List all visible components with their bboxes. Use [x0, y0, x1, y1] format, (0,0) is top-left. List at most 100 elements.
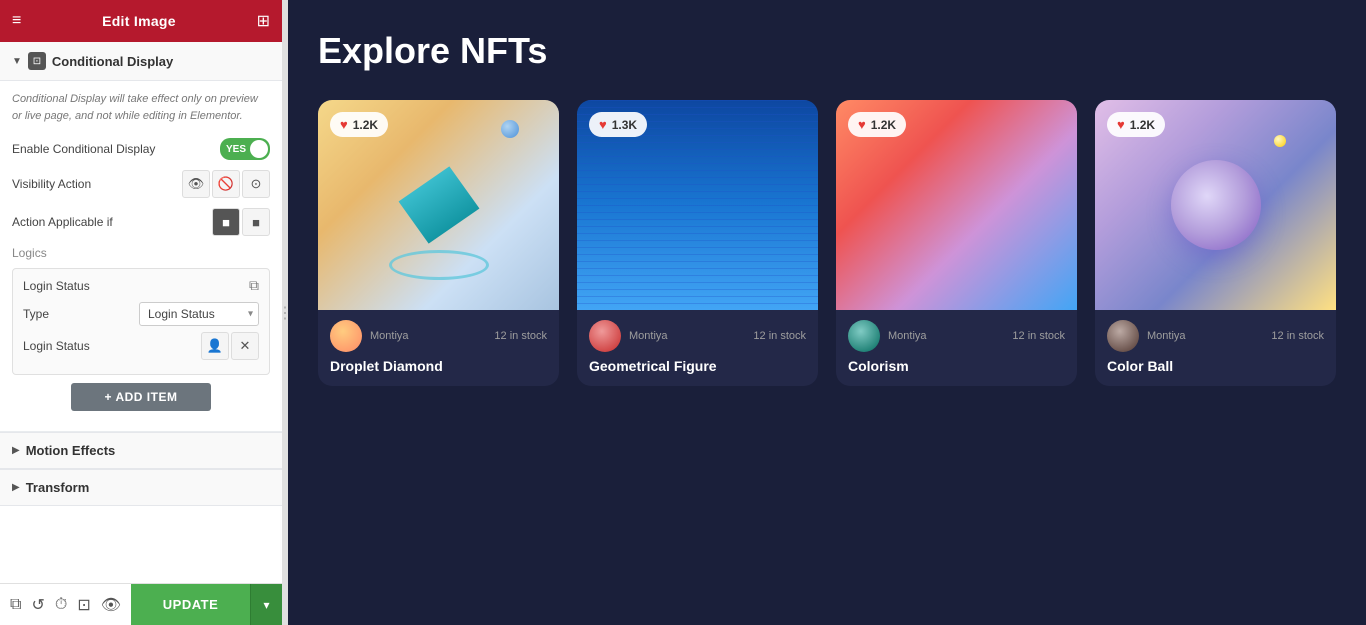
info-text: Conditional Display will take effect onl… — [12, 91, 270, 124]
card-meta-3: Montiya 12 in stock — [848, 320, 1065, 352]
login-status-field-row: Login Status 👤 ✕ — [23, 332, 259, 360]
main-title: Explore NFTs — [318, 30, 1336, 72]
login-status-anon-btn[interactable]: ✕ — [231, 332, 259, 360]
type-select-wrapper: Login Status — [139, 302, 259, 326]
top-bar: ≡ Edit Image ⊞ — [0, 0, 282, 42]
nft-image-1: ♥ 1.2K — [318, 100, 559, 310]
update-button[interactable]: UPDATE — [131, 584, 250, 625]
like-badge-3[interactable]: ♥ 1.2K — [848, 112, 906, 137]
refresh-icon[interactable]: ↺ — [31, 595, 44, 615]
conditional-display-content: Conditional Display will take effect onl… — [0, 81, 282, 432]
type-select[interactable]: Login Status — [139, 302, 259, 326]
logics-label: Logics — [12, 246, 270, 260]
stock-3: 12 in stock — [1012, 330, 1065, 342]
card-title-1: Droplet Diamond — [330, 358, 547, 374]
history-icon[interactable]: ⏱ — [55, 596, 67, 614]
type-label: Type — [23, 307, 49, 321]
panel-content: ▼ ⊡ Conditional Display Conditional Disp… — [0, 42, 282, 583]
sphere-small — [501, 120, 519, 138]
login-status-user-btn[interactable]: 👤 — [201, 332, 229, 360]
login-status-label: Login Status — [23, 279, 90, 293]
action-applicable-row: Action Applicable if ■ ■ — [12, 208, 270, 236]
visibility-hide-btn[interactable]: 🚫 — [212, 170, 240, 198]
avatar-4 — [1107, 320, 1139, 352]
nft-card-2[interactable]: ♥ 1.3K Montiya 12 in stock Geometrical F… — [577, 100, 818, 386]
like-badge-2[interactable]: ♥ 1.3K — [589, 112, 647, 137]
action-any-btn[interactable]: ■ — [242, 208, 270, 236]
motion-effects-section: ▶ Motion Effects — [0, 432, 282, 469]
nft-image-2: ♥ 1.3K — [577, 100, 818, 310]
avatar-1 — [330, 320, 362, 352]
nft-card-1[interactable]: ♥ 1.2K Montiya 12 in stock Droplet Diamo… — [318, 100, 559, 386]
card-title-2: Geometrical Figure — [589, 358, 806, 374]
nft-image-3: ♥ 1.2K — [836, 100, 1077, 310]
heart-icon-2: ♥ — [599, 117, 607, 132]
card-info-1: Montiya 12 in stock Droplet Diamond — [318, 310, 559, 386]
like-count-4: 1.2K — [1130, 118, 1155, 132]
card-title-4: Color Ball — [1107, 358, 1324, 374]
avatar-3 — [848, 320, 880, 352]
visibility-show-btn[interactable]: 👁 — [182, 170, 210, 198]
visibility-action-buttons: 👁 🚫 ⊙ — [182, 170, 270, 198]
orbit-ring — [389, 250, 489, 280]
conditional-display-title: Conditional Display — [52, 54, 173, 69]
motion-effects-title: Motion Effects — [26, 443, 116, 458]
avatar-row-3: Montiya — [848, 320, 927, 352]
username-4: Montiya — [1147, 330, 1186, 342]
card-info-3: Montiya 12 in stock Colorism — [836, 310, 1077, 386]
action-all-btn[interactable]: ■ — [212, 208, 240, 236]
like-badge-1[interactable]: ♥ 1.2K — [330, 112, 388, 137]
transform-header[interactable]: ▶ Transform — [0, 470, 282, 506]
stock-2: 12 in stock — [753, 330, 806, 342]
menu-icon[interactable]: ≡ — [12, 12, 21, 30]
avatar-row-2: Montiya — [589, 320, 668, 352]
logic-header: Login Status ⧉ — [23, 277, 259, 294]
heart-icon-3: ♥ — [858, 117, 866, 132]
chevron-down-icon: ▼ — [12, 56, 22, 67]
heart-icon-1: ♥ — [340, 117, 348, 132]
username-1: Montiya — [370, 330, 409, 342]
enable-conditional-display-toggle[interactable]: YES — [220, 138, 270, 160]
transform-title: Transform — [26, 480, 90, 495]
stock-1: 12 in stock — [494, 330, 547, 342]
login-status-row-label: Login Status — [23, 339, 90, 353]
username-2: Montiya — [629, 330, 668, 342]
nft-card-3[interactable]: ♥ 1.2K Montiya 12 in stock Colorism — [836, 100, 1077, 386]
card-meta-4: Montiya 12 in stock — [1107, 320, 1324, 352]
action-applicable-label: Action Applicable if — [12, 215, 113, 229]
panel-title: Edit Image — [102, 13, 176, 29]
logic-copy-btn[interactable]: ⧉ — [249, 277, 259, 294]
nft-grid: ♥ 1.2K Montiya 12 in stock Droplet Diamo… — [318, 100, 1336, 386]
motion-effects-header[interactable]: ▶ Motion Effects — [0, 433, 282, 469]
nft-card-4[interactable]: ♥ 1.2K Montiya 12 in stock Color Ball — [1095, 100, 1336, 386]
toggle-knob — [250, 140, 268, 158]
update-dropdown-button[interactable]: ▾ — [250, 584, 282, 625]
heart-icon-4: ♥ — [1117, 117, 1125, 132]
bottom-bar: ⧉ ↺ ⏱ ⊡ 👁 UPDATE ▾ — [0, 583, 282, 625]
transform-section: ▶ Transform — [0, 469, 282, 506]
responsive-icon[interactable]: ⊡ — [77, 595, 90, 615]
small-dot — [1274, 135, 1286, 147]
left-panel: ≡ Edit Image ⊞ ▼ ⊡ Conditional Display C… — [0, 0, 282, 625]
card-info-4: Montiya 12 in stock Color Ball — [1095, 310, 1336, 386]
nft-image-4: ♥ 1.2K — [1095, 100, 1336, 310]
login-status-btns: 👤 ✕ — [201, 332, 259, 360]
grid-icon[interactable]: ⊞ — [257, 11, 270, 31]
conditional-display-section-header[interactable]: ▼ ⊡ Conditional Display — [0, 42, 282, 81]
card-meta-1: Montiya 12 in stock — [330, 320, 547, 352]
add-item-button[interactable]: + ADD ITEM — [71, 383, 211, 411]
layers-icon[interactable]: ⧉ — [10, 596, 21, 614]
avatar-2 — [589, 320, 621, 352]
enable-conditional-display-row: Enable Conditional Display YES — [12, 138, 270, 160]
color-ball — [1171, 160, 1261, 250]
chevron-right-icon-2: ▶ — [12, 482, 20, 493]
preview-icon[interactable]: 👁 — [101, 595, 121, 615]
avatar-row-1: Montiya — [330, 320, 409, 352]
card-meta-2: Montiya 12 in stock — [589, 320, 806, 352]
logic-item: Login Status ⧉ Type Login Status Login S… — [12, 268, 270, 375]
bottom-icons: ⧉ ↺ ⏱ ⊡ 👁 — [0, 595, 131, 615]
main-area: Explore NFTs ♥ 1.2K Montiya — [288, 0, 1366, 625]
diamond-shape — [388, 163, 490, 247]
visibility-clock-btn[interactable]: ⊙ — [242, 170, 270, 198]
like-badge-4[interactable]: ♥ 1.2K — [1107, 112, 1165, 137]
